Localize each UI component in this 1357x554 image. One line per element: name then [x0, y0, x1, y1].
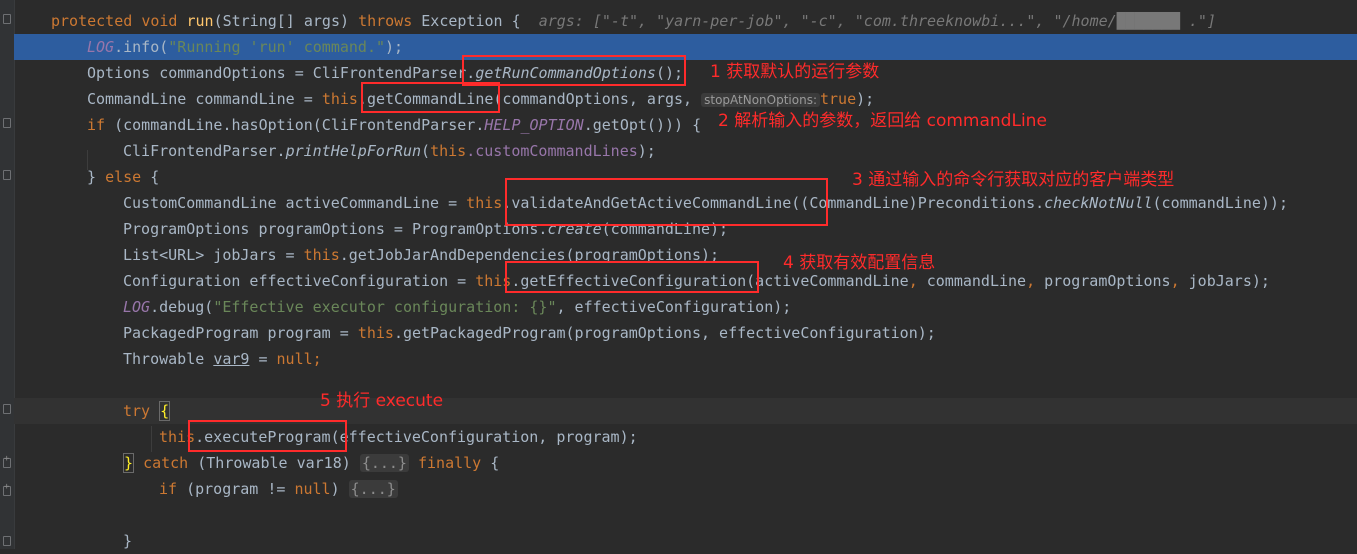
- code-text: jobJars);: [1188, 272, 1270, 290]
- fold-icon[interactable]: [3, 404, 11, 414]
- keyword: if: [87, 116, 106, 134]
- keyword: this: [357, 324, 394, 342]
- method-name: run: [186, 12, 214, 30]
- code-text: CustomCommandLine activeCommandLine =: [123, 194, 467, 212]
- keyword: this: [430, 142, 467, 160]
- annotation-4: 4 获取有效配置信息: [783, 253, 936, 273]
- code-text: {: [481, 454, 500, 472]
- annotation-3: 3 通过输入的命令行获取对应的客户端类型: [852, 170, 1175, 190]
- code-text: );: [385, 38, 404, 56]
- static-field: LOG: [87, 38, 115, 56]
- comma: ,: [1026, 272, 1045, 290]
- keyword: catch: [143, 454, 189, 472]
- keyword: this: [321, 90, 358, 108]
- matched-brace: }: [123, 453, 135, 473]
- code-text: {: [141, 168, 160, 186]
- code-text: List<URL> jobJars =: [123, 246, 304, 264]
- expand-icon[interactable]: [3, 454, 11, 468]
- highlight-box-3: [505, 178, 828, 226]
- folded-code-placeholder[interactable]: {...}: [348, 480, 398, 498]
- folded-code-placeholder[interactable]: {...}: [359, 454, 409, 472]
- code-text: Options commandOptions = CliFrontendPars…: [87, 64, 476, 82]
- keyword: try: [123, 402, 151, 420]
- code-text: CommandLine commandLine =: [87, 90, 322, 108]
- code-line-4[interactable]: CommandLine commandLine = this.getComman…: [14, 86, 1357, 112]
- string-literal: "Running 'run' command.": [168, 38, 386, 56]
- annotation-1: 1 获取默认的运行参数: [710, 62, 880, 82]
- keyword: throws: [358, 12, 413, 30]
- keyword: null: [276, 350, 313, 368]
- code-line-5[interactable]: if (commandLine.hasOption(CliFrontendPar…: [14, 112, 1357, 138]
- code-line-6[interactable]: CliFrontendParser.printHelpForRun(this.c…: [14, 138, 1357, 164]
- code-line-19[interactable]: if (program != null) {...}: [14, 476, 1357, 502]
- keyword: else: [105, 168, 142, 186]
- fold-icon[interactable]: [3, 14, 11, 24]
- matched-brace: {: [159, 401, 171, 421]
- code-text: .info(: [114, 38, 169, 56]
- expand-icon[interactable]: [3, 482, 11, 496]
- code-text: .getPackagedProgram(programOptions, effe…: [393, 324, 936, 342]
- keyword: void: [141, 12, 178, 30]
- code-line-18[interactable]: } catch (Throwable var18) {...} finally …: [14, 450, 1357, 476]
- string-literal: "Effective executor configuration: {}": [213, 298, 557, 316]
- code-line-12[interactable]: LOG.debug("Effective executor configurat…: [14, 294, 1357, 320]
- code-text: .getOpt())) {: [583, 116, 702, 134]
- code-text: (commandLine.hasOption(CliFrontendParser…: [105, 116, 485, 134]
- annotation-5: 5 执行 execute: [320, 391, 444, 411]
- static-method: printHelpForRun: [285, 142, 422, 160]
- code-text: Configuration effectiveConfiguration =: [123, 272, 476, 290]
- keyword: null: [294, 480, 331, 498]
- fold-icon[interactable]: [3, 118, 11, 128]
- parameter-hint: stopAtNonOptions:: [701, 93, 820, 107]
- code-text: );: [637, 142, 656, 160]
- code-text: }: [123, 532, 133, 550]
- code-text: CliFrontendParser.: [123, 142, 286, 160]
- field: .customCommandLines: [466, 142, 638, 160]
- highlight-box-5: [188, 420, 347, 452]
- keyword: protected: [51, 12, 133, 30]
- code-line-1[interactable]: protected void run(String[] args) throws…: [14, 8, 1357, 34]
- code-text: (Throwable var18): [188, 454, 360, 472]
- keyword: this: [303, 246, 340, 264]
- code-text: ): [330, 480, 349, 498]
- variable: var9: [213, 350, 250, 368]
- code-text: .debug(: [150, 298, 214, 316]
- keyword: this: [466, 194, 503, 212]
- code-text: (program !=: [177, 480, 295, 498]
- code-line-13[interactable]: PackagedProgram program = this.getPackag…: [14, 320, 1357, 346]
- keyword: finally: [418, 454, 482, 472]
- code-text: programOptions: [1044, 272, 1171, 290]
- code-text: , effectiveConfiguration);: [556, 298, 792, 316]
- code-text: (commandLine));: [1152, 194, 1288, 212]
- annotation-2: 2 解析输入的参数，返回给 commandLine: [718, 111, 1047, 131]
- code-text: PackagedProgram program =: [123, 324, 358, 342]
- code-text: ProgramOptions programOptions = ProgramO…: [123, 220, 548, 238]
- static-field: LOG: [123, 298, 151, 316]
- code-text: (String[] args): [213, 12, 359, 30]
- highlight-box-4: [505, 261, 759, 293]
- highlight-box-2: [361, 82, 500, 113]
- code-text: commandLine: [926, 272, 1027, 290]
- keyword: if: [159, 480, 178, 498]
- code-line-21[interactable]: }: [14, 528, 1357, 554]
- code-text: }: [87, 168, 106, 186]
- code-text: ;: [312, 350, 322, 368]
- code-text: Throwable: [123, 350, 214, 368]
- static-method: checkNotNull: [1044, 194, 1153, 212]
- code-text: Exception {: [412, 12, 521, 30]
- fold-icon[interactable]: [3, 170, 11, 180]
- code-line-14[interactable]: Throwable var9 = null;: [14, 346, 1357, 372]
- comma: ,: [908, 272, 927, 290]
- code-text: (: [421, 142, 431, 160]
- code-text: =: [249, 350, 277, 368]
- fold-icon[interactable]: [3, 536, 11, 546]
- static-field: HELP_OPTION: [484, 116, 584, 134]
- comma: ,: [1170, 272, 1189, 290]
- editor-gutter: [0, 0, 15, 549]
- debug-inline-value: args: ["-t", "yarn-per-job", "-c", "com.…: [538, 12, 1216, 30]
